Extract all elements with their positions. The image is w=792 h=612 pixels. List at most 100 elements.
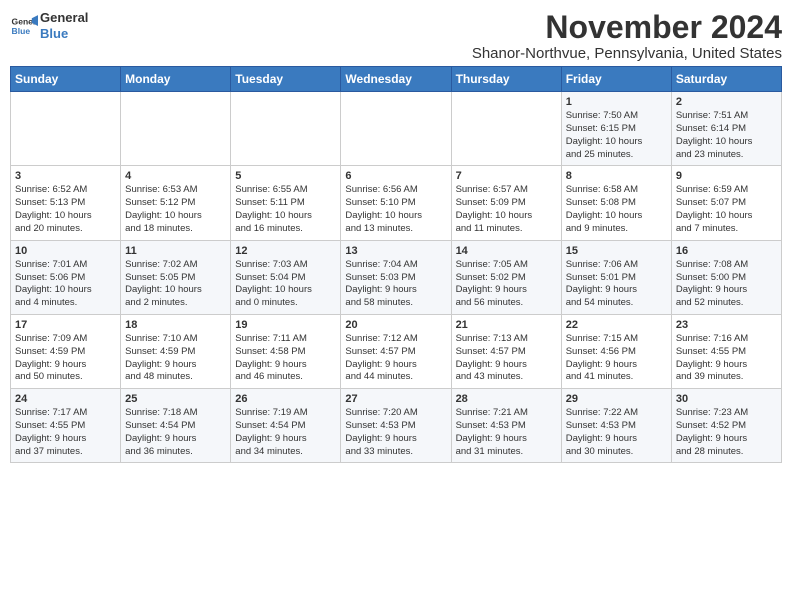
calendar-cell: 9 Sunrise: 6:59 AM Sunset: 5:07 PM Daylig… — [671, 166, 781, 240]
day-info: Sunrise: 7:18 AM Sunset: 4:54 PM Dayligh… — [125, 407, 226, 458]
logo: General Blue General Blue — [10, 10, 88, 41]
day-info: Sunrise: 7:02 AM Sunset: 5:05 PM Dayligh… — [125, 259, 226, 310]
day-number: 10 — [15, 245, 116, 257]
day-number: 24 — [15, 393, 116, 405]
day-info: Sunrise: 7:23 AM Sunset: 4:52 PM Dayligh… — [676, 407, 777, 458]
weekday-header: Tuesday — [231, 67, 341, 92]
calendar-cell: 28 Sunrise: 7:21 AM Sunset: 4:53 PM Dayli… — [451, 389, 561, 463]
weekday-header: Wednesday — [341, 67, 451, 92]
day-number: 12 — [235, 245, 336, 257]
calendar-cell: 5 Sunrise: 6:55 AM Sunset: 5:11 PM Daylig… — [231, 166, 341, 240]
calendar-cell: 16 Sunrise: 7:08 AM Sunset: 5:00 PM Dayli… — [671, 240, 781, 314]
day-number: 22 — [566, 319, 667, 331]
svg-text:Blue: Blue — [12, 25, 31, 35]
day-info: Sunrise: 6:55 AM Sunset: 5:11 PM Dayligh… — [235, 184, 336, 235]
day-number: 23 — [676, 319, 777, 331]
day-info: Sunrise: 7:16 AM Sunset: 4:55 PM Dayligh… — [676, 333, 777, 384]
day-number: 20 — [345, 319, 446, 331]
calendar-week-row: 17Sunrise: 7:09 AM Sunset: 4:59 PM Dayli… — [11, 314, 782, 388]
calendar-cell — [451, 92, 561, 166]
day-info: Sunrise: 7:03 AM Sunset: 5:04 PM Dayligh… — [235, 259, 336, 310]
day-info: Sunrise: 7:01 AM Sunset: 5:06 PM Dayligh… — [15, 259, 116, 310]
day-info: Sunrise: 7:19 AM Sunset: 4:54 PM Dayligh… — [235, 407, 336, 458]
calendar-cell: 1 Sunrise: 7:50 AM Sunset: 6:15 PM Daylig… — [561, 92, 671, 166]
day-number: 28 — [456, 393, 557, 405]
day-info: Sunrise: 6:53 AM Sunset: 5:12 PM Dayligh… — [125, 184, 226, 235]
location: Shanor-Northvue, Pennsylvania, United St… — [472, 45, 782, 62]
calendar-cell — [341, 92, 451, 166]
calendar-cell: 24 Sunrise: 7:17 AM Sunset: 4:55 PM Dayli… — [11, 389, 121, 463]
calendar-cell: 7 Sunrise: 6:57 AM Sunset: 5:09 PM Daylig… — [451, 166, 561, 240]
month-title: November 2024 — [472, 10, 782, 45]
day-info: Sunrise: 7:05 AM Sunset: 5:02 PM Dayligh… — [456, 259, 557, 310]
calendar-cell: 10 Sunrise: 7:01 AM Sunset: 5:06 PM Dayli… — [11, 240, 121, 314]
calendar-cell: 27 Sunrise: 7:20 AM Sunset: 4:53 PM Dayli… — [341, 389, 451, 463]
day-number: 5 — [235, 170, 336, 182]
weekday-header: Thursday — [451, 67, 561, 92]
calendar-cell: 22Sunrise: 7:15 AM Sunset: 4:56 PM Dayli… — [561, 314, 671, 388]
calendar-cell: 29 Sunrise: 7:22 AM Sunset: 4:53 PM Dayli… — [561, 389, 671, 463]
day-info: Sunrise: 6:56 AM Sunset: 5:10 PM Dayligh… — [345, 184, 446, 235]
calendar-cell: 2Sunrise: 7:51 AM Sunset: 6:14 PM Daylig… — [671, 92, 781, 166]
calendar-cell: 11 Sunrise: 7:02 AM Sunset: 5:05 PM Dayli… — [121, 240, 231, 314]
calendar-week-row: 10 Sunrise: 7:01 AM Sunset: 5:06 PM Dayli… — [11, 240, 782, 314]
calendar-week-row: 24 Sunrise: 7:17 AM Sunset: 4:55 PM Dayli… — [11, 389, 782, 463]
calendar-week-row: 3Sunrise: 6:52 AM Sunset: 5:13 PM Daylig… — [11, 166, 782, 240]
day-number: 25 — [125, 393, 226, 405]
day-info: Sunrise: 7:20 AM Sunset: 4:53 PM Dayligh… — [345, 407, 446, 458]
calendar-cell: 8 Sunrise: 6:58 AM Sunset: 5:08 PM Daylig… — [561, 166, 671, 240]
calendar-cell: 18Sunrise: 7:10 AM Sunset: 4:59 PM Dayli… — [121, 314, 231, 388]
day-number: 8 — [566, 170, 667, 182]
day-number: 11 — [125, 245, 226, 257]
calendar-cell: 26Sunrise: 7:19 AM Sunset: 4:54 PM Dayli… — [231, 389, 341, 463]
day-number: 7 — [456, 170, 557, 182]
calendar-cell — [11, 92, 121, 166]
calendar-cell: 13 Sunrise: 7:04 AM Sunset: 5:03 PM Dayli… — [341, 240, 451, 314]
page-header: General Blue General Blue November 2024 … — [10, 10, 782, 62]
weekday-header: Monday — [121, 67, 231, 92]
day-number: 19 — [235, 319, 336, 331]
day-info: Sunrise: 7:51 AM Sunset: 6:14 PM Dayligh… — [676, 110, 777, 161]
calendar-cell: 12 Sunrise: 7:03 AM Sunset: 5:04 PM Dayli… — [231, 240, 341, 314]
logo-icon: General Blue — [10, 12, 38, 40]
day-number: 16 — [676, 245, 777, 257]
day-number: 6 — [345, 170, 446, 182]
day-info: Sunrise: 6:57 AM Sunset: 5:09 PM Dayligh… — [456, 184, 557, 235]
calendar-cell: 25 Sunrise: 7:18 AM Sunset: 4:54 PM Dayli… — [121, 389, 231, 463]
calendar-cell: 4Sunrise: 6:53 AM Sunset: 5:12 PM Daylig… — [121, 166, 231, 240]
day-info: Sunrise: 6:59 AM Sunset: 5:07 PM Dayligh… — [676, 184, 777, 235]
calendar-cell: 3Sunrise: 6:52 AM Sunset: 5:13 PM Daylig… — [11, 166, 121, 240]
day-number: 14 — [456, 245, 557, 257]
logo-text: General Blue — [40, 10, 88, 41]
day-number: 13 — [345, 245, 446, 257]
day-info: Sunrise: 7:21 AM Sunset: 4:53 PM Dayligh… — [456, 407, 557, 458]
calendar-cell: 21Sunrise: 7:13 AM Sunset: 4:57 PM Dayli… — [451, 314, 561, 388]
day-number: 27 — [345, 393, 446, 405]
day-info: Sunrise: 7:11 AM Sunset: 4:58 PM Dayligh… — [235, 333, 336, 384]
day-info: Sunrise: 7:10 AM Sunset: 4:59 PM Dayligh… — [125, 333, 226, 384]
day-number: 29 — [566, 393, 667, 405]
day-info: Sunrise: 7:17 AM Sunset: 4:55 PM Dayligh… — [15, 407, 116, 458]
day-info: Sunrise: 7:22 AM Sunset: 4:53 PM Dayligh… — [566, 407, 667, 458]
calendar-cell: 6 Sunrise: 6:56 AM Sunset: 5:10 PM Daylig… — [341, 166, 451, 240]
calendar-cell: 19 Sunrise: 7:11 AM Sunset: 4:58 PM Dayli… — [231, 314, 341, 388]
calendar-cell — [231, 92, 341, 166]
day-number: 1 — [566, 96, 667, 108]
day-info: Sunrise: 7:12 AM Sunset: 4:57 PM Dayligh… — [345, 333, 446, 384]
day-info: Sunrise: 7:06 AM Sunset: 5:01 PM Dayligh… — [566, 259, 667, 310]
day-number: 17 — [15, 319, 116, 331]
day-info: Sunrise: 6:58 AM Sunset: 5:08 PM Dayligh… — [566, 184, 667, 235]
day-number: 30 — [676, 393, 777, 405]
calendar-cell: 20 Sunrise: 7:12 AM Sunset: 4:57 PM Dayli… — [341, 314, 451, 388]
title-area: November 2024 Shanor-Northvue, Pennsylva… — [472, 10, 782, 62]
day-number: 9 — [676, 170, 777, 182]
calendar-header-row: SundayMondayTuesdayWednesdayThursdayFrid… — [11, 67, 782, 92]
day-info: Sunrise: 7:04 AM Sunset: 5:03 PM Dayligh… — [345, 259, 446, 310]
calendar-cell: 23 Sunrise: 7:16 AM Sunset: 4:55 PM Dayli… — [671, 314, 781, 388]
day-number: 21 — [456, 319, 557, 331]
day-info: Sunrise: 7:08 AM Sunset: 5:00 PM Dayligh… — [676, 259, 777, 310]
calendar-cell: 30 Sunrise: 7:23 AM Sunset: 4:52 PM Dayli… — [671, 389, 781, 463]
calendar-cell — [121, 92, 231, 166]
day-info: Sunrise: 6:52 AM Sunset: 5:13 PM Dayligh… — [15, 184, 116, 235]
day-info: Sunrise: 7:50 AM Sunset: 6:15 PM Dayligh… — [566, 110, 667, 161]
